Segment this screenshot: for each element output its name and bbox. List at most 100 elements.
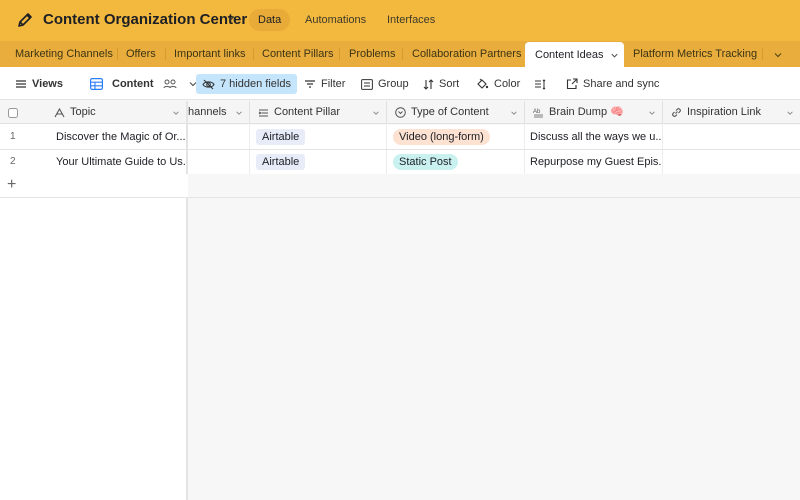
chevron-down-icon[interactable] [510, 109, 518, 117]
header-row: hannels Content Pillar Type of Content A… [188, 101, 800, 124]
grid-scroll-pane: hannels Content Pillar Type of Content A… [188, 101, 800, 500]
cell-content-pillar[interactable]: Airtable [250, 125, 387, 149]
column-header-content-pillar[interactable]: Content Pillar [250, 101, 387, 124]
share-label: Share and sync [583, 78, 660, 90]
linked-record-icon [258, 109, 268, 116]
add-record-row[interactable] [188, 174, 800, 198]
column-header-label: Type of Content [411, 106, 489, 118]
row-height-button[interactable] [534, 74, 546, 94]
share-and-sync-button[interactable]: Share and sync [566, 74, 659, 94]
group-icon [361, 78, 373, 90]
tab-automations[interactable]: Automations [296, 9, 375, 31]
table-tab-content-pillars[interactable]: Content Pillars [262, 41, 334, 67]
text-field-icon [54, 107, 65, 117]
column-header-topic[interactable]: Topic [46, 101, 186, 124]
filter-icon [305, 80, 315, 88]
more-tables-chevron-icon[interactable] [773, 50, 783, 60]
cell-topic[interactable]: Discover the Magic of Or... [50, 125, 186, 149]
link-icon [672, 108, 681, 117]
table-tab-content-ideas[interactable]: Content Ideas [525, 42, 624, 67]
view-name: Content [112, 78, 154, 90]
eye-slash-icon [202, 79, 215, 89]
select-all-checkbox[interactable] [0, 101, 46, 124]
select-option-pill: Video (long-form) [393, 129, 490, 145]
chevron-down-icon[interactable] [648, 109, 656, 117]
chevron-down-icon[interactable] [786, 109, 794, 117]
row-height-icon [535, 78, 546, 90]
views-button[interactable]: Views [15, 74, 63, 94]
table-tab-platform-metrics-tracking[interactable]: Platform Metrics Tracking [633, 41, 757, 67]
cell-channels[interactable] [188, 150, 250, 174]
chevron-down-icon[interactable] [610, 51, 619, 60]
base-title[interactable]: Content Organization Center [43, 11, 247, 28]
column-header-label: Content Pillar [274, 106, 341, 118]
table-tab-collaboration-partners[interactable]: Collaboration Partners [412, 41, 521, 67]
table-row[interactable]: 1 Discover the Magic of Or... [0, 125, 186, 150]
cell-channels[interactable] [188, 125, 250, 149]
sort-button[interactable]: Sort [423, 74, 459, 94]
chevron-down-icon[interactable] [172, 109, 180, 117]
cell-topic[interactable]: Your Ultimate Guide to Us... [50, 150, 186, 174]
header-row: Topic [0, 101, 186, 124]
single-select-icon [395, 107, 406, 118]
tab-divider [339, 48, 340, 60]
cell-content-pillar[interactable]: Airtable [250, 150, 387, 174]
cell-type-of-content[interactable]: Static Post [387, 150, 525, 174]
table-row[interactable]: Airtable Video (long-form) Discuss all t… [188, 125, 800, 150]
tab-divider [253, 48, 254, 60]
table-tab-important-links[interactable]: Important links [174, 41, 246, 67]
chevron-down-icon[interactable] [226, 13, 236, 23]
linked-record-pill[interactable]: Airtable [256, 129, 306, 145]
column-header-label: Inspiration Link [687, 106, 761, 118]
sort-label: Sort [439, 78, 460, 90]
hidden-fields-button[interactable]: 7 hidden fields [196, 74, 297, 94]
color-button[interactable]: Color [476, 74, 520, 94]
color-label: Color [494, 78, 521, 90]
grid-view-icon [90, 78, 103, 90]
column-header-brain-dump[interactable]: Ab Brain Dump 🧠 [525, 101, 663, 124]
column-header-label: Topic [70, 106, 96, 118]
tab-divider [762, 48, 763, 60]
cell-inspiration-link[interactable] [663, 150, 800, 174]
tab-divider [117, 48, 118, 60]
row-number: 2 [10, 156, 16, 167]
external-link-icon [566, 78, 578, 90]
app-header: Content Organization Center Data Automat… [0, 0, 800, 41]
long-text-icon: Ab [533, 109, 543, 118]
cell-brain-dump[interactable]: Discuss all the ways we u... [525, 125, 663, 149]
group-label: Group [378, 78, 409, 90]
column-header-channels[interactable]: hannels [188, 101, 250, 124]
view-toolbar: Views Content 7 hidden fields Filter Gro… [0, 67, 800, 100]
column-header-inspiration-link[interactable]: Inspiration Link [663, 101, 800, 124]
grid-primary-pane: Topic 1 Discover the Magic of Or... 2 Yo… [0, 101, 188, 500]
table-tab-problems[interactable]: Problems [349, 41, 395, 67]
hidden-fields-label: 7 hidden fields [220, 78, 291, 90]
table-row[interactable]: 2 Your Ultimate Guide to Us... [0, 150, 186, 175]
table-tab-marketing-channels[interactable]: Marketing Channels [15, 41, 113, 67]
tab-data[interactable]: Data [249, 9, 291, 31]
pencil-icon[interactable] [16, 11, 34, 29]
chevron-down-icon[interactable] [235, 109, 243, 117]
tab-interfaces[interactable]: Interfaces [378, 9, 444, 31]
view-switcher[interactable]: Content [90, 74, 198, 94]
filter-button[interactable]: Filter [304, 74, 345, 94]
select-option-pill: Static Post [393, 154, 458, 170]
linked-record-pill[interactable]: Airtable [256, 154, 306, 170]
column-header-type-of-content[interactable]: Type of Content [387, 101, 525, 124]
collaborative-view-icon [163, 79, 177, 89]
cell-inspiration-link[interactable] [663, 125, 800, 149]
plus-icon: + [7, 176, 17, 193]
column-header-label: hannels [188, 106, 227, 118]
svg-text:Ab: Ab [533, 109, 541, 115]
table-tab-offers[interactable]: Offers [126, 41, 156, 67]
table-row[interactable]: Airtable Static Post Repurpose my Guest … [188, 150, 800, 175]
cell-brain-dump[interactable]: Repurpose my Guest Epis... [525, 150, 663, 174]
paint-bucket-icon [477, 78, 489, 89]
sort-icon [423, 78, 434, 90]
add-record-button[interactable]: + [0, 174, 188, 198]
cell-type-of-content[interactable]: Video (long-form) [387, 125, 525, 149]
chevron-down-icon[interactable] [372, 109, 380, 117]
menu-icon [16, 80, 26, 88]
column-header-label: Brain Dump 🧠 [549, 106, 624, 118]
group-button[interactable]: Group [361, 74, 409, 94]
